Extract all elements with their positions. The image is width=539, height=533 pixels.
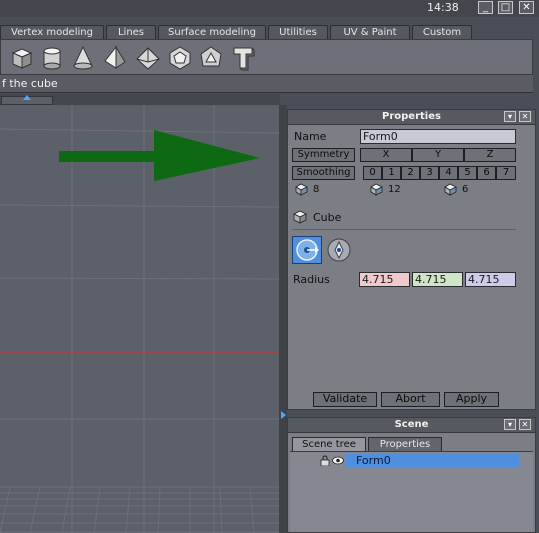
radius-label: Radius <box>293 273 330 286</box>
smoothing-level-4[interactable]: 4 <box>439 166 458 180</box>
tab-surface-modeling[interactable]: Surface modeling <box>158 25 266 40</box>
pivot-mode-icon[interactable] <box>326 237 352 263</box>
vertex-count-icon <box>295 183 308 199</box>
face-count-icon <box>444 183 457 199</box>
properties-panel: Properties ▾ ✕ Name Form0 Symmetry X Y Z… <box>287 109 536 410</box>
scene-tree: Form0 <box>290 451 533 532</box>
clock: 14:38 <box>427 1 459 14</box>
close-icon[interactable]: ✕ <box>519 419 531 430</box>
maximize-button[interactable]: □ <box>498 1 513 14</box>
tab-custom[interactable]: Custom <box>412 25 472 40</box>
tab-vertex-modeling[interactable]: Vertex modeling <box>0 25 104 40</box>
smoothing-level-2[interactable]: 2 <box>401 166 420 180</box>
box-tool-icon[interactable] <box>8 44 36 72</box>
collapse-icon[interactable]: ▾ <box>504 111 516 122</box>
scene-title: Scene <box>394 419 429 430</box>
panel-splitter[interactable] <box>279 105 287 533</box>
smoothing-level-5[interactable]: 5 <box>458 166 477 180</box>
close-icon[interactable]: ✕ <box>519 111 531 122</box>
tree-item-form0[interactable]: Form0 <box>346 454 519 467</box>
radius-z-field[interactable]: 4.715 <box>465 272 516 287</box>
radius-x-field[interactable]: 4.715 <box>359 272 410 287</box>
cube-icon <box>293 210 307 227</box>
viewport-3d[interactable] <box>0 105 279 533</box>
vertex-count: 8 <box>313 184 320 195</box>
symmetry-y-button[interactable]: Y <box>412 148 464 162</box>
smoothing-level-1[interactable]: 1 <box>382 166 401 180</box>
tab-utilities[interactable]: Utilities <box>268 25 328 40</box>
minimize-button[interactable]: _ <box>478 1 493 14</box>
smoothing-button[interactable]: Smoothing <box>292 166 355 180</box>
name-field[interactable]: Form0 <box>360 129 516 144</box>
properties-header: Properties ▾ ✕ <box>288 110 535 125</box>
annotation-arrow <box>59 130 260 181</box>
text-tool-icon[interactable] <box>229 44 257 72</box>
symmetry-x-button[interactable]: X <box>360 148 412 162</box>
cone-tool-icon[interactable] <box>69 44 97 72</box>
close-button[interactable]: ✕ <box>519 1 534 14</box>
smoothing-level-0[interactable]: 0 <box>363 166 382 180</box>
apply-button[interactable]: Apply <box>444 392 499 407</box>
octahedron-tool-icon[interactable] <box>134 44 162 72</box>
mode-tabs: Vertex modeling Lines Surface modeling U… <box>0 25 539 40</box>
primitive-toolbar <box>0 39 533 75</box>
visibility-icon[interactable] <box>332 455 344 469</box>
dodecahedron-tool-icon[interactable] <box>166 44 194 72</box>
symmetry-z-button[interactable]: Z <box>464 148 516 162</box>
status-hint: f the cube <box>0 75 533 93</box>
edge-count-icon <box>370 183 383 199</box>
tab-scene-tree[interactable]: Scene tree <box>292 437 366 451</box>
radius-mode-icon[interactable] <box>292 236 322 264</box>
edge-count: 12 <box>388 184 401 195</box>
scene-panel: Scene ▾ ✕ Scene tree Properties Form0 <box>287 417 536 533</box>
viewport-tab[interactable] <box>1 95 53 105</box>
symmetry-button[interactable]: Symmetry <box>292 148 355 162</box>
name-label: Name <box>294 130 327 143</box>
collapse-icon[interactable]: ▾ <box>504 419 516 430</box>
icosahedron-tool-icon[interactable] <box>197 44 225 72</box>
lock-icon[interactable] <box>320 455 330 469</box>
smoothing-level-3[interactable]: 3 <box>420 166 439 180</box>
tab-lines[interactable]: Lines <box>106 25 156 40</box>
radius-y-field[interactable]: 4.715 <box>412 272 463 287</box>
smoothing-level-7[interactable]: 7 <box>496 166 516 180</box>
object-type-label: Cube <box>313 211 342 224</box>
smoothing-level-6[interactable]: 6 <box>477 166 496 180</box>
validate-button[interactable]: Validate <box>313 392 377 407</box>
abort-button[interactable]: Abort <box>381 392 440 407</box>
properties-title: Properties <box>382 111 441 122</box>
title-bar: 14:38 _ □ ✕ <box>0 0 539 17</box>
pyramid-tool-icon[interactable] <box>101 44 129 72</box>
tab-scene-properties[interactable]: Properties <box>368 437 442 451</box>
scene-header: Scene ▾ ✕ <box>288 418 535 433</box>
divider <box>292 229 516 230</box>
cylinder-tool-icon[interactable] <box>38 44 66 72</box>
face-count: 6 <box>462 184 469 195</box>
tab-uv-paint[interactable]: UV & Paint <box>330 25 410 40</box>
